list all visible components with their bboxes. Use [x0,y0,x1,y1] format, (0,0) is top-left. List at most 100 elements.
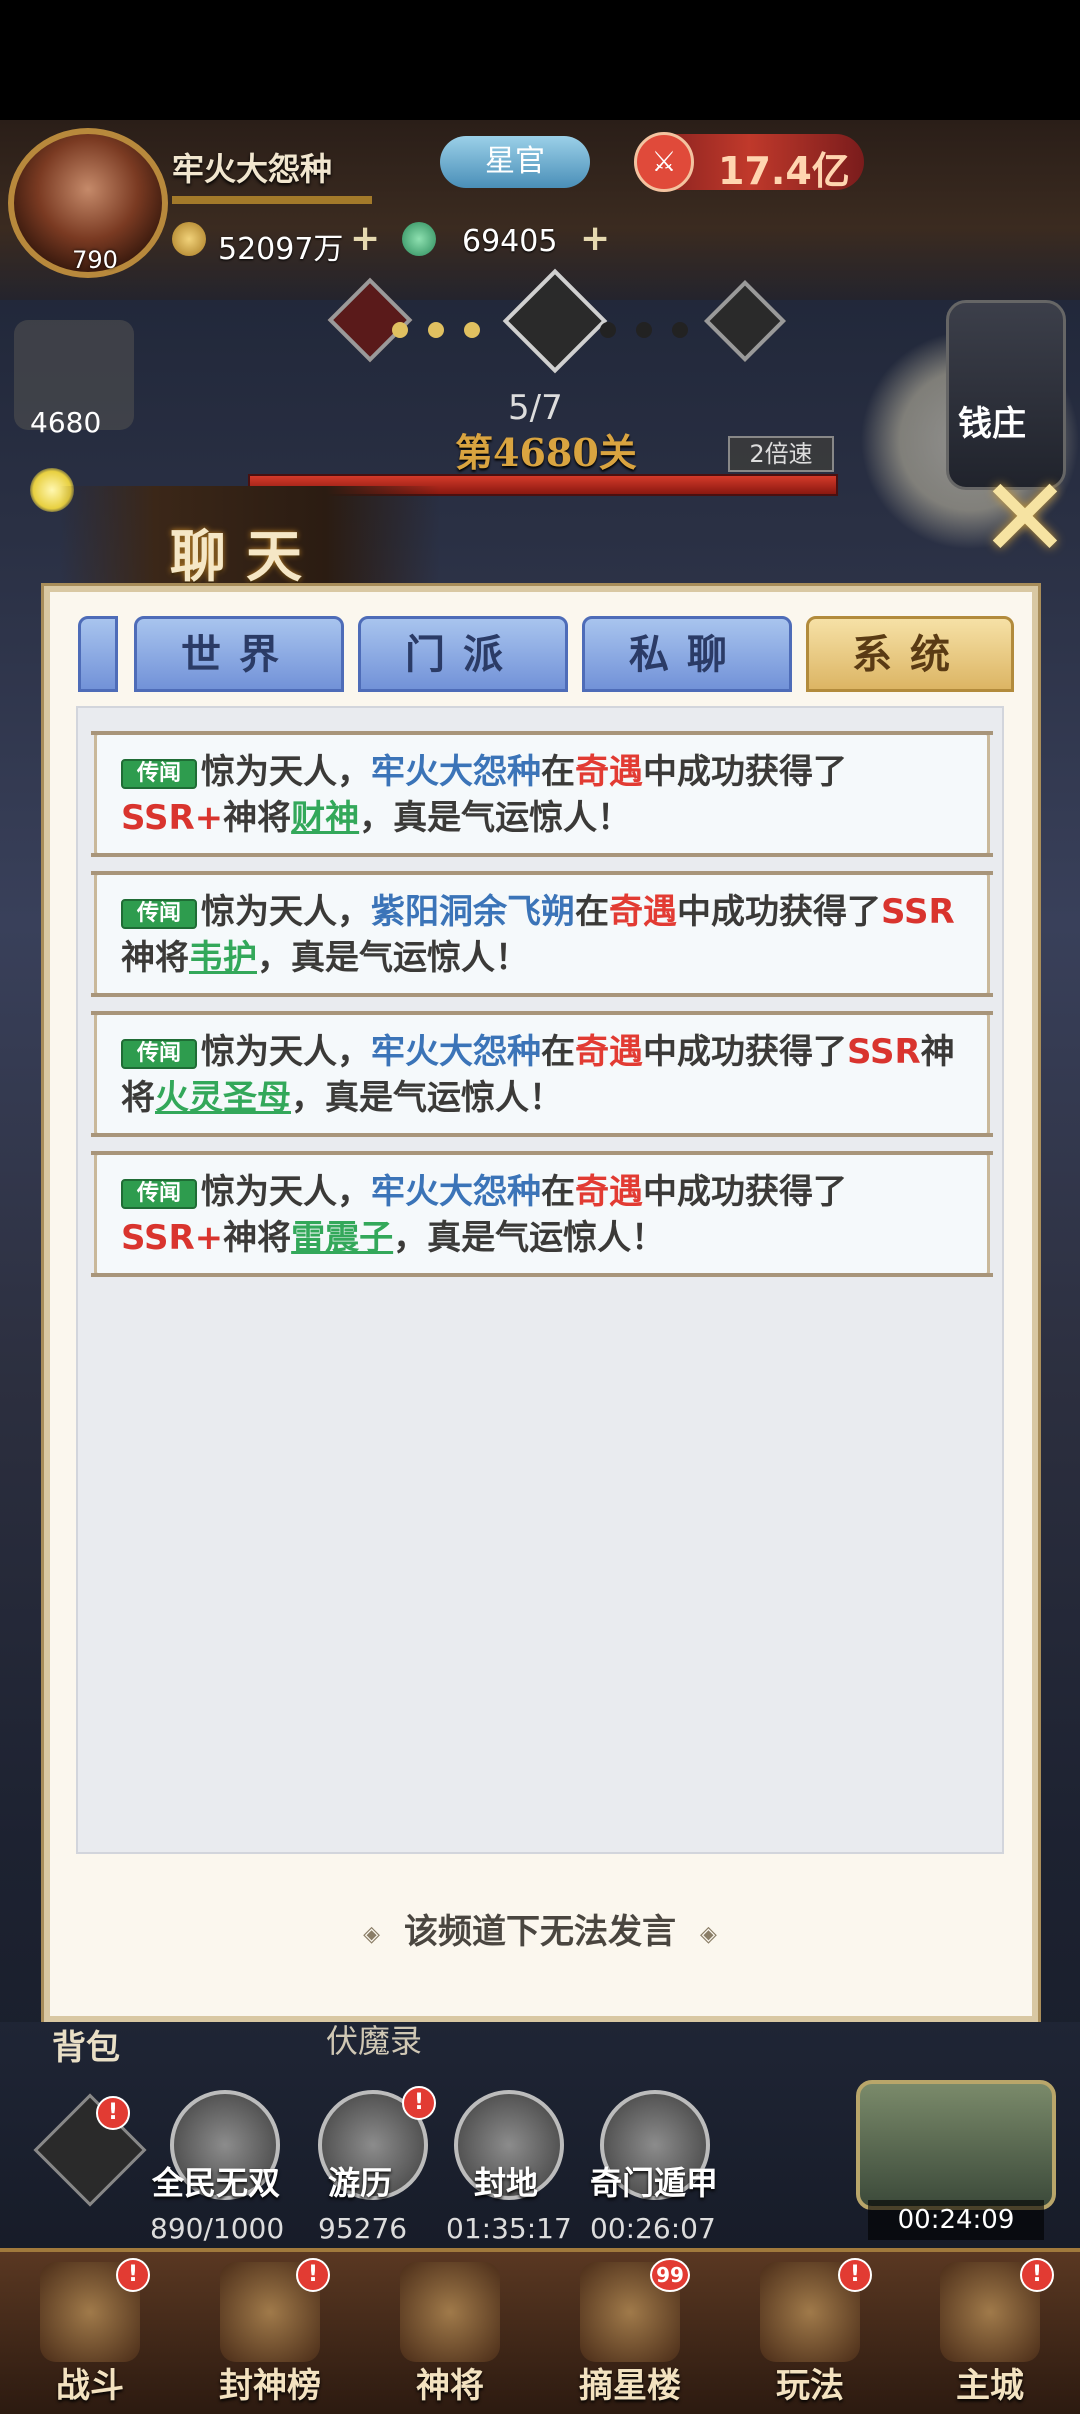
jade-value: 69405 [462,224,558,259]
channel-notice-text: 该频道下无法发言 [404,1912,676,1952]
list-item: 传闻 惊为天人，紫阳洞余飞朔在奇遇中成功获得了SSR 神将韦护，真是气运惊人！ [91,871,993,997]
message-event: 奇遇 [575,752,643,792]
nav-item-play[interactable]: 玩法 [720,2248,900,2414]
fumo-button[interactable]: 伏魔录 [326,2016,422,2062]
message-text: 传闻 惊为天人，紫阳洞余飞朔在奇遇中成功获得了SSR 神将韦护，真是气运惊人！ [121,889,983,981]
message-rarity: SSR+ [121,798,224,838]
bag-button[interactable]: 背包 [52,2020,120,2069]
stage-node-icon [327,277,413,363]
list-item: 传闻 惊为天人，牢火大怨种在奇遇中成功获得了 SSR+神将财神，真是气运惊人！ [91,731,993,857]
message-list[interactable]: 传闻 惊为天人，牢火大怨种在奇遇中成功获得了SSR+神将财神，真是气运惊人！ 传闻… [76,706,1004,1854]
message-text: 传闻 惊为天人，牢火大怨种在奇遇中成功获得了SSR神将火灵圣母，真是气运惊人！ [121,1029,983,1121]
feature-label-fengdi: 封地 [474,2164,539,2202]
message-player-link[interactable]: 牢火大怨种 [371,1172,541,1212]
tab-private[interactable]: 私聊 [582,616,792,692]
tab-system[interactable]: 系统 [806,616,1014,692]
feature-value-fengdi: 01:35:17 [446,2212,572,2245]
channel-notice: ◈ 该频道下无法发言 ◈ [0,1904,1080,1953]
nav-item-zhaixing[interactable]: 摘星楼 [540,2248,720,2414]
message-player-link[interactable]: 紫阳洞余飞朔 [371,892,575,932]
stage-dot [392,322,408,338]
message-tag: 传闻 [121,1179,197,1209]
stage-dot [464,322,480,338]
close-icon[interactable]: ✕ [970,463,1080,578]
feature-value-quanmin: 890/1000 [150,2212,285,2245]
message-mid: 中成功获得了 [643,1032,847,1072]
bank-label: 钱庄 [958,404,1026,444]
alert-badge: ! [96,2096,130,2130]
stage-progress-row [300,268,800,380]
message-suffix: ，真是气运惊人！ [291,1078,563,1118]
add-gold-button[interactable]: + [350,218,380,259]
message-tag: 传闻 [121,899,197,929]
message-prefix: 惊为天人， [201,1172,371,1212]
screen: 790 牢火大怨种 星官 ⚔ 17.4亿 52097万 + 69405 + 5/… [0,0,1080,2414]
add-jade-button[interactable]: + [580,218,610,259]
stage-dot [428,322,444,338]
message-suffix: ，真是气运惊人！ [393,1218,666,1258]
tab-world[interactable]: 世界 [134,616,344,692]
stage-dot [600,322,616,338]
power-icon: ⚔ [634,132,694,192]
alert-badge: ! [838,2258,872,2292]
diamond-icon: ◈ [700,1921,717,1947]
diamond-icon: ◈ [363,1921,380,1947]
nav-item-fengshen[interactable]: 封神榜 [180,2248,360,2414]
gold-coin-icon [172,222,206,256]
tab-stub [78,616,118,692]
feature-value-youli: 95276 [318,2212,408,2245]
chat-tabs: 世界 门派 私聊 系统 [78,616,1014,692]
message-player-link[interactable]: 牢火大怨种 [371,1032,541,1072]
stage-dot [672,322,688,338]
nav-label: 主城 [956,2366,1024,2406]
message-event: 奇遇 [575,1172,643,1212]
message-hero-link[interactable]: 韦护 [189,938,257,978]
nav-item-heroes[interactable]: 神将 [360,2248,540,2414]
nav-label: 神将 [416,2366,484,2406]
title-badge[interactable]: 星官 [440,136,590,188]
boss-node-icon [502,268,608,374]
feature-label-youli: 游历 [328,2164,393,2202]
message-hero-link[interactable]: 火灵圣母 [155,1078,291,1118]
alert-badge: ! [402,2086,436,2120]
message-rarity: SSR [847,1032,921,1072]
feature-label-quanmin: 全民无双 [152,2164,281,2202]
feature-value-qimen: 00:26:07 [590,2212,716,2245]
nav-label: 封神榜 [219,2366,321,2406]
player-name: 牢火大怨种 [172,150,333,188]
message-event: 奇遇 [609,892,677,932]
message-gen: 神将 [223,798,292,838]
message-player-link[interactable]: 牢火大怨种 [371,752,541,792]
tab-sect[interactable]: 门派 [358,616,568,692]
alert-badge: ! [296,2258,330,2292]
message-at: 在 [541,1032,575,1072]
message-mid: 中成功获得了 [677,892,881,932]
message-suffix: ，真是气运惊人！ [359,798,632,838]
helmet-icon [400,2262,500,2362]
alert-badge: ! [116,2258,150,2292]
message-at: 在 [541,752,575,792]
alert-badge: ! [1020,2258,1054,2292]
nav-item-battle[interactable]: 战斗 [0,2248,180,2414]
message-event: 奇遇 [575,1032,643,1072]
message-prefix: 惊为天人， [201,892,371,932]
message-gen: 神将 [121,938,189,978]
message-prefix: 惊为天人， [201,752,371,792]
nav-label: 玩法 [776,2366,844,2406]
message-rarity: SSR+ [121,1218,224,1258]
stage-title: 第4680关 [455,430,637,475]
treasure-chest-icon[interactable] [856,2080,1056,2210]
chat-title: 聊天 [170,524,322,590]
message-tag: 传闻 [121,759,197,789]
jade-icon [402,222,436,256]
speed-button[interactable]: 2倍速 [728,436,834,472]
stage-dot [636,322,652,338]
left-counter: 4680 [30,406,102,439]
message-text: 传闻 惊为天人，牢火大怨种在奇遇中成功获得了 SSR+神将财神，真是气运惊人！ [121,749,983,841]
message-mid: 中成功获得了 [643,752,847,792]
message-hero-link[interactable]: 财神 [291,798,359,838]
message-suffix: ，真是气运惊人！ [257,938,529,978]
message-mid: 中成功获得了 [643,1172,847,1212]
message-hero-link[interactable]: 雷震子 [291,1218,393,1258]
message-prefix: 惊为天人， [201,1032,371,1072]
